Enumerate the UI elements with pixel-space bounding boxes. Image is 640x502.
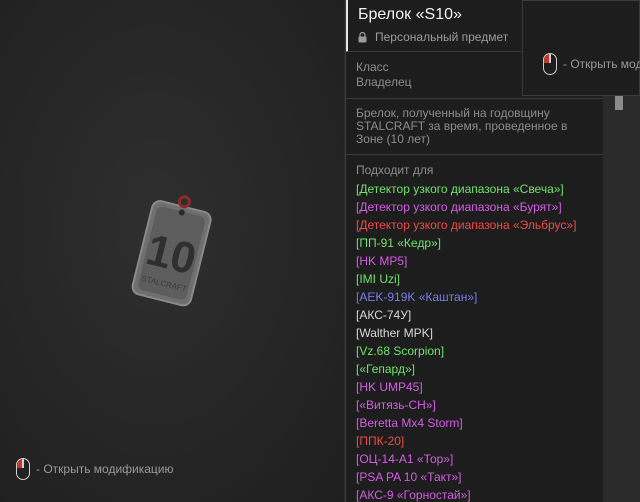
item-description: Брелок, полученный на годовщину STALCRAF… — [346, 99, 603, 155]
compatible-item[interactable]: [АКС-74У] — [356, 306, 593, 324]
open-modification-label: - Открыть модификацию — [36, 462, 174, 476]
secondary-tooltip: - Открыть модиф — [522, 0, 640, 96]
compatible-item[interactable]: [ОЦ-14-А1 «Тор»] — [356, 450, 593, 468]
compatible-item[interactable]: [Walther MPK] — [356, 324, 593, 342]
mouse-left-click-icon — [16, 458, 30, 480]
panel-scrollbar[interactable] — [613, 96, 625, 502]
s10-keychain-model[interactable]: 10 STALCRAFT — [120, 192, 230, 312]
compatible-item[interactable]: [PSA PA 10 «Такт»] — [356, 468, 593, 486]
compatible-item[interactable]: [Детектор узкого диапазона «Бурят»] — [356, 198, 593, 216]
open-modification-label-secondary: - Открыть модиф — [563, 57, 640, 71]
mouse-left-click-icon — [543, 53, 557, 75]
compatible-item[interactable]: [Детектор узкого диапазона «Свеча»] — [356, 180, 593, 198]
compatible-item[interactable]: [Детектор узкого диапазона «Эльбрус»] — [356, 216, 593, 234]
compatible-item[interactable]: [«Витязь-СН»] — [356, 396, 593, 414]
compatible-item[interactable]: [ППК-20] — [356, 432, 593, 450]
lock-icon — [358, 31, 367, 42]
open-modification-hint-secondary: - Открыть модиф — [543, 53, 640, 75]
compatible-item[interactable]: [HK UMP45] — [356, 378, 593, 396]
compatible-title: Подходит для — [356, 163, 434, 177]
compatible-weapons: Подходит для [Детектор узкого диапазона … — [346, 155, 603, 502]
scrollbar-thumb[interactable] — [615, 96, 623, 110]
compatible-item[interactable]: [Vz.68 Scorpion] — [356, 342, 593, 360]
open-modification-hint: - Открыть модификацию — [16, 458, 174, 480]
compatible-item[interactable]: [IMI Uzi] — [356, 270, 593, 288]
compatible-item[interactable]: [Beretta Mx4 Storm] — [356, 414, 593, 432]
compatible-item[interactable]: [ПП-91 «Кедр»] — [356, 234, 593, 252]
compatible-item[interactable]: [AEK-919K «Каштан»] — [356, 288, 593, 306]
compatible-item[interactable]: [HK MP5] — [356, 252, 593, 270]
item-subtitle-label: Персональный предмет — [375, 30, 509, 44]
compatible-item[interactable]: [«Гепард»] — [356, 360, 593, 378]
item-preview-viewport[interactable]: 10 STALCRAFT - Открыть модификацию — [0, 0, 344, 502]
description-text: Брелок, полученный на годовщину STALCRAF… — [356, 106, 568, 146]
compatible-item[interactable]: [АКС-9 «Горностай»] — [356, 486, 593, 502]
compatible-list: [Детектор узкого диапазона «Свеча»] [Дет… — [356, 180, 593, 502]
